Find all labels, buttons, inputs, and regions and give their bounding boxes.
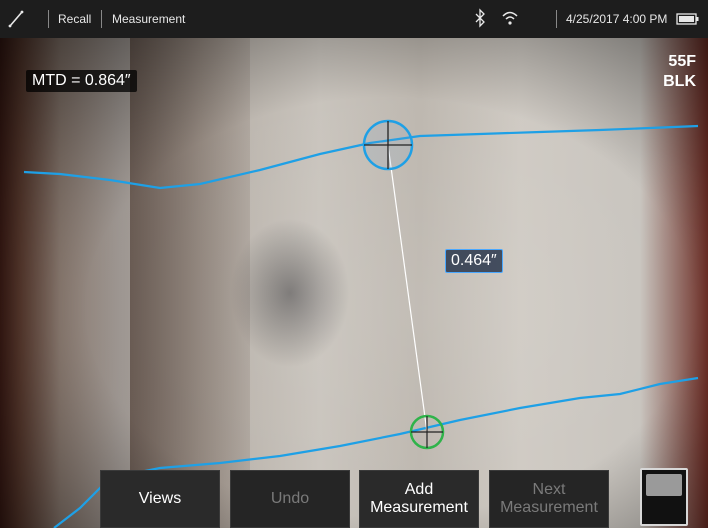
tip-info: 55F BLK (663, 52, 696, 92)
measurement-menu[interactable]: Measurement (112, 0, 185, 38)
next-line1: Next (532, 481, 566, 498)
status-bar: Recall Measurement 4/25/2017 4:00 PM (0, 0, 708, 38)
add-measurement-label: Add Measurement (370, 481, 468, 517)
add-measurement-button[interactable]: Add Measurement (359, 470, 479, 528)
tip-info-line1: 55F (668, 53, 696, 70)
add-line1: Add (404, 481, 434, 498)
undo-label: Undo (270, 490, 310, 507)
measurement-line-icon[interactable] (8, 0, 24, 38)
next-measurement-button[interactable]: Next Measurement (489, 470, 609, 528)
cursor-bottom[interactable] (409, 414, 445, 450)
views-label: Views (138, 490, 182, 507)
measurement-overlay (23, 119, 699, 528)
undo-button[interactable]: Undo (230, 470, 350, 528)
cursor-top[interactable] (362, 119, 414, 171)
bluetooth-icon (474, 0, 486, 38)
datetime: 4/25/2017 4:00 PM (566, 12, 668, 26)
toggle-knob (646, 474, 682, 496)
divider (101, 10, 102, 28)
measurement-line (387, 144, 428, 433)
view-toggle-icon[interactable] (640, 468, 688, 526)
segment-length-label[interactable]: 0.464″ (445, 249, 503, 273)
next-line2: Measurement (500, 499, 598, 516)
views-button[interactable]: Views (100, 470, 220, 528)
inspection-screen: Recall Measurement 4/25/2017 4:00 PM MTD… (0, 0, 708, 528)
tip-info-line2: BLK (663, 73, 696, 90)
next-measurement-label: Next Measurement (500, 481, 598, 517)
divider (48, 10, 49, 28)
divider (556, 10, 557, 28)
add-line2: Measurement (370, 499, 468, 516)
battery-icon (676, 0, 700, 38)
recall-menu[interactable]: Recall (58, 0, 91, 38)
mtd-readout: MTD = 0.864″ (26, 70, 137, 92)
wifi-icon (502, 0, 518, 38)
edge-profile-top (23, 124, 699, 190)
